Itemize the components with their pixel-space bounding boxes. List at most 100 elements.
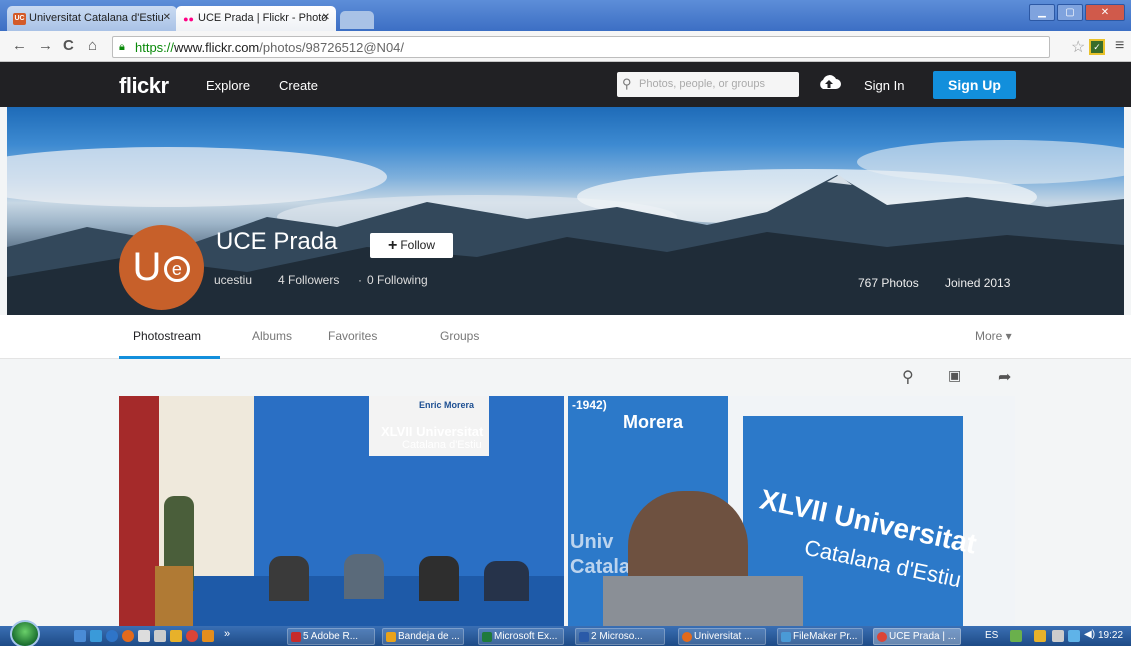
new-tab-button[interactable] <box>340 11 374 29</box>
back-icon[interactable]: ← <box>12 37 27 54</box>
follow-button[interactable]: + Follow <box>370 233 453 258</box>
tab-groups[interactable]: Groups <box>440 329 479 343</box>
maximize-icon[interactable]: ▢ <box>1057 4 1083 21</box>
active-tab-indicator <box>119 356 220 359</box>
taskbar-item[interactable]: FileMaker Pr... <box>777 628 863 645</box>
taskbar-item[interactable]: UCE Prada | ... <box>873 628 961 645</box>
search-photos-icon[interactable]: ⚲ <box>902 367 914 387</box>
quicklaunch-icon[interactable] <box>154 630 166 642</box>
taskbar-label: FileMaker Pr... <box>793 631 858 642</box>
overflow-icon[interactable]: » <box>224 628 230 640</box>
photo-tile[interactable]: Enric Morera XLVII Universitat Catalana … <box>119 396 564 626</box>
app-icon <box>579 632 589 642</box>
tab-universitat[interactable]: UC Universitat Catalana d'Estiu ✕ <box>7 6 177 31</box>
windows-taskbar: » 5 Adobe R... Bandeja de ... Microsoft … <box>0 620 1131 646</box>
volume-icon[interactable]: ◀) <box>1084 629 1095 640</box>
taskbar-label: UCE Prada | ... <box>889 631 957 642</box>
profile-subnav: Photostream Albums Favorites Groups More… <box>0 315 1131 359</box>
taskbar-label: Bandeja de ... <box>398 631 460 642</box>
photo-tile[interactable]: -1942) Morera XLVII Universitat Catalana… <box>568 396 1015 626</box>
banner-morera: Morera <box>623 412 684 432</box>
menu-icon[interactable]: ≡ <box>1115 37 1124 55</box>
avatar[interactable]: Ue <box>119 225 204 310</box>
extension-icon[interactable]: ✓ <box>1089 39 1105 55</box>
url-protocol: https:// <box>135 40 175 55</box>
tray-icon[interactable] <box>1010 630 1022 642</box>
taskbar-item[interactable]: 2 Microso... <box>575 628 665 645</box>
share-icon[interactable]: ➦ <box>998 367 1011 387</box>
more-menu[interactable]: More ▾ <box>975 329 1012 343</box>
reload-icon[interactable]: C <box>63 37 74 54</box>
search-input[interactable]: ⚲ Photos, people, or groups <box>617 72 799 97</box>
tab-favicon: UC <box>13 13 26 25</box>
following-link[interactable]: 0 Following <box>367 273 428 287</box>
chrome-icon[interactable] <box>186 630 198 642</box>
search-icon: ⚲ <box>622 76 632 91</box>
url-host: www.flickr.com <box>174 40 260 55</box>
ie-icon[interactable] <box>106 630 118 642</box>
taskbar-label: 5 Adobe R... <box>303 631 359 642</box>
address-bar-row: ← → C ⌂ 🔒︎ https://www.flickr.com/photos… <box>0 31 1131 62</box>
panel-member <box>344 554 384 599</box>
lectern <box>155 566 193 626</box>
tray-icon[interactable] <box>1068 630 1080 642</box>
tab-close-icon[interactable]: ✕ <box>322 12 330 23</box>
quicklaunch-icon[interactable] <box>170 630 182 642</box>
lock-icon: 🔒︎ <box>119 41 125 53</box>
url-input[interactable]: 🔒︎ https://www.flickr.com/photos/9872651… <box>112 36 1050 58</box>
taskbar-item[interactable]: Bandeja de ... <box>382 628 464 645</box>
tab-close-icon[interactable]: ✕ <box>163 12 171 23</box>
photo-caption-name: Enric Morera <box>419 400 475 410</box>
nav-explore[interactable]: Explore <box>206 78 250 93</box>
nav-create[interactable]: Create <box>279 78 318 93</box>
taskbar-label: Microsoft Ex... <box>494 631 558 642</box>
sign-up-button[interactable]: Sign Up <box>933 71 1016 99</box>
app-icon <box>482 632 492 642</box>
speaker-shirt <box>603 576 803 626</box>
tab-label: Universitat Catalana d'Estiu <box>29 12 164 24</box>
app-icon <box>682 632 692 642</box>
upload-cloud-icon[interactable] <box>817 73 841 91</box>
tab-favorites[interactable]: Favorites <box>328 329 377 343</box>
quicklaunch-icon[interactable] <box>202 630 214 642</box>
joined-date: Joined 2013 <box>945 276 1011 290</box>
slideshow-icon[interactable]: ▣ <box>948 367 961 384</box>
tab-flickr[interactable]: ●● UCE Prada | Flickr - Photo ✕ <box>176 6 336 31</box>
red-wall <box>119 396 159 626</box>
firefox-icon[interactable] <box>122 630 134 642</box>
forward-icon[interactable]: → <box>38 37 53 54</box>
quicklaunch-icon[interactable] <box>74 630 86 642</box>
flickr-logo[interactable]: flickr <box>119 73 169 99</box>
photo-caption-sub: Catalana d'Estiu <box>402 439 482 451</box>
taskbar-item[interactable]: 5 Adobe R... <box>287 628 375 645</box>
start-button[interactable] <box>10 620 40 646</box>
app-icon <box>877 632 887 642</box>
photo-caption-title: XLVII Universitat <box>381 424 484 439</box>
flickr-header: flickr Explore Create ⚲ Photos, people, … <box>0 62 1131 107</box>
photo-count: 767 Photos <box>858 276 919 290</box>
taskbar-item[interactable]: Universitat ... <box>678 628 766 645</box>
app-icon <box>291 632 301 642</box>
close-window-icon[interactable]: ✕ <box>1085 4 1125 21</box>
language-indicator[interactable]: ES <box>985 630 998 641</box>
network-icon[interactable] <box>1052 630 1064 642</box>
quicklaunch-icon[interactable] <box>138 630 150 642</box>
followers-link[interactable]: 4 Followers <box>278 273 339 287</box>
panel-member <box>484 561 529 601</box>
window-controls: ▁ ▢ ✕ <box>1029 4 1125 21</box>
home-icon[interactable]: ⌂ <box>88 37 97 54</box>
tab-albums[interactable]: Albums <box>252 329 292 343</box>
clock: 19:22 <box>1098 630 1124 641</box>
bookmark-star-icon[interactable]: ☆ <box>1071 37 1085 57</box>
profile-name: UCE Prada <box>216 228 338 255</box>
taskbar-item[interactable]: Microsoft Ex... <box>478 628 564 645</box>
browser-tab-bar: UC Universitat Catalana d'Estiu ✕ ●● UCE… <box>0 0 1131 31</box>
quicklaunch-icon[interactable] <box>90 630 102 642</box>
minimize-icon[interactable]: ▁ <box>1029 4 1055 21</box>
tray-icon[interactable] <box>1034 630 1046 642</box>
banner-dates: -1942) <box>572 398 607 412</box>
tab-photostream[interactable]: Photostream <box>133 329 201 343</box>
app-icon <box>386 632 396 642</box>
sign-in-link[interactable]: Sign In <box>864 78 904 93</box>
banner-side-1: Univ <box>570 531 614 553</box>
